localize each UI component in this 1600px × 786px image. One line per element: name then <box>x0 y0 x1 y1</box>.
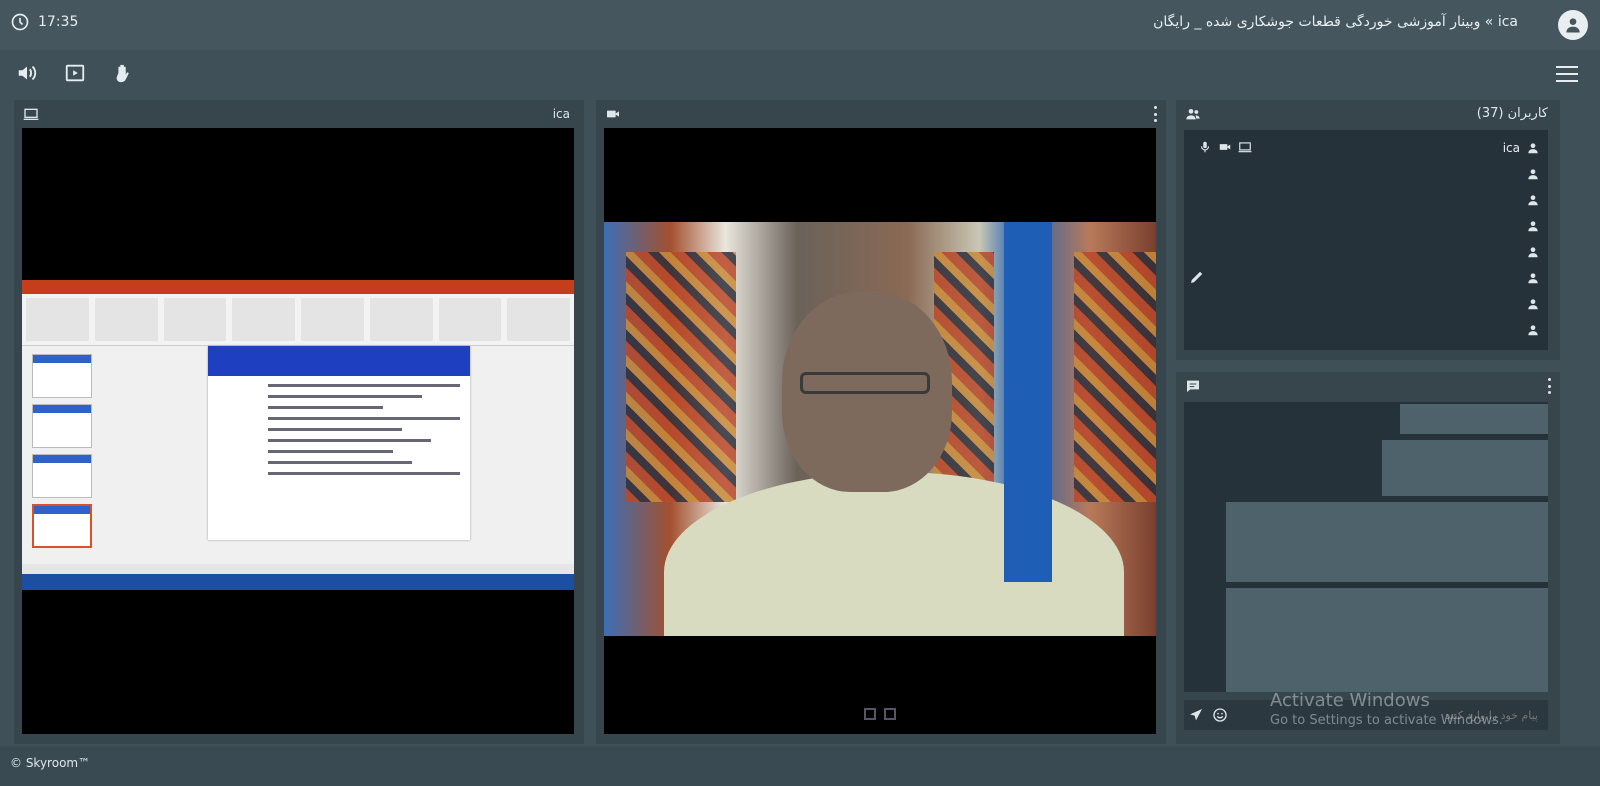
camera-panel <box>596 100 1166 744</box>
user-icon <box>1528 221 1538 232</box>
video-camera-icon <box>607 110 619 118</box>
user-row[interactable] <box>1192 268 1540 288</box>
top-bar: 17:35 ica » وبینار آموزشی خوردگی قطعات ج… <box>0 0 1600 50</box>
monitor-icon <box>1238 142 1252 153</box>
clock-time: 17:35 <box>38 14 79 30</box>
user-name: ica <box>1502 141 1520 155</box>
screen-share-header: ica <box>14 100 584 128</box>
video-camera-icon <box>1219 144 1231 150</box>
footer-bar <box>0 746 1600 786</box>
watermark-line1: Activate Windows <box>1270 690 1430 711</box>
raise-hand-button[interactable] <box>112 62 134 84</box>
users-icon <box>1186 109 1200 120</box>
user-row[interactable] <box>1192 242 1540 262</box>
send-button[interactable] <box>1184 703 1208 727</box>
edit-icon[interactable] <box>1188 268 1206 286</box>
user-row[interactable] <box>1192 164 1540 184</box>
clock-icon <box>11 13 29 31</box>
slide-thumbnail <box>32 504 92 548</box>
screen-share-owner: ica <box>552 107 570 121</box>
users-list: ica <box>1184 130 1548 350</box>
speaker-button[interactable] <box>16 62 38 84</box>
user-icon <box>1528 169 1538 180</box>
user-row[interactable] <box>1192 320 1540 340</box>
users-count: کاربران (37) <box>1476 106 1548 121</box>
chat-message <box>1226 588 1548 692</box>
user-row[interactable] <box>1192 190 1540 210</box>
skyroom-brand: © Skyroom™ <box>10 756 91 770</box>
watermark-line2: Go to Settings to activate Windows. <box>1270 713 1503 728</box>
room-title: ica » وبینار آموزشی خوردگی قطعات جوشکاری… <box>1153 14 1518 30</box>
chat-message <box>1226 502 1548 582</box>
play-button[interactable] <box>64 62 86 84</box>
slide-thumbnail <box>32 454 92 498</box>
chat-message <box>1382 440 1548 496</box>
slide-thumbnail <box>32 354 92 398</box>
slide-thumbnails <box>26 350 96 566</box>
room-controls <box>16 62 134 84</box>
slide-thumbnail <box>32 404 92 448</box>
chat-message <box>1400 404 1548 434</box>
chat-header <box>1176 372 1560 400</box>
user-icon <box>1528 273 1538 284</box>
emoji-button[interactable] <box>1208 703 1232 727</box>
presentation-ribbon <box>22 294 574 346</box>
hand-icon <box>116 64 129 83</box>
menu-line <box>1556 66 1578 68</box>
user-icon <box>1528 299 1538 310</box>
shared-presentation <box>22 280 574 590</box>
presentation-title-bar <box>22 280 574 294</box>
hamburger-menu-button[interactable] <box>1556 66 1578 84</box>
users-panel: کاربران (37) ica <box>1176 100 1560 360</box>
user-icon <box>1528 247 1538 258</box>
current-slide <box>208 346 470 540</box>
user-icon <box>1528 143 1538 154</box>
chat-options-button[interactable] <box>1548 378 1552 394</box>
play-icon <box>65 64 85 82</box>
user-row[interactable] <box>1192 216 1540 236</box>
presentation-status-bar <box>22 564 574 574</box>
send-icon <box>1190 709 1202 721</box>
chat-panel <box>1176 372 1560 744</box>
smiley-icon <box>1213 708 1227 722</box>
user-icon <box>1566 18 1580 33</box>
menu-line <box>1556 73 1578 75</box>
activate-windows-watermark: Activate Windows Go to Settings to activ… <box>1270 690 1503 728</box>
user-row[interactable] <box>1192 294 1540 314</box>
speaker-icon <box>18 65 37 81</box>
camera-header <box>596 100 1166 128</box>
avatar[interactable] <box>1558 10 1588 40</box>
users-header: کاربران (37) <box>1176 100 1560 128</box>
video-controls[interactable] <box>864 708 896 720</box>
monitor-icon <box>23 108 39 120</box>
microphone-icon <box>1200 141 1210 153</box>
user-icon <box>1528 325 1538 336</box>
presenter-video <box>604 222 1156 636</box>
camera-stage[interactable] <box>604 128 1156 734</box>
camera-options-button[interactable] <box>1154 106 1158 122</box>
clock: 17:35 <box>10 12 78 32</box>
chat-icon <box>1187 380 1199 392</box>
menu-line <box>1556 80 1578 82</box>
screen-share-stage[interactable] <box>22 128 574 734</box>
chat-messages <box>1184 402 1548 692</box>
user-icon <box>1528 195 1538 206</box>
windows-taskbar <box>22 574 574 590</box>
screen-share-panel: ica <box>14 100 584 744</box>
user-media-status <box>1198 140 1252 154</box>
user-row[interactable]: ica <box>1192 138 1540 158</box>
